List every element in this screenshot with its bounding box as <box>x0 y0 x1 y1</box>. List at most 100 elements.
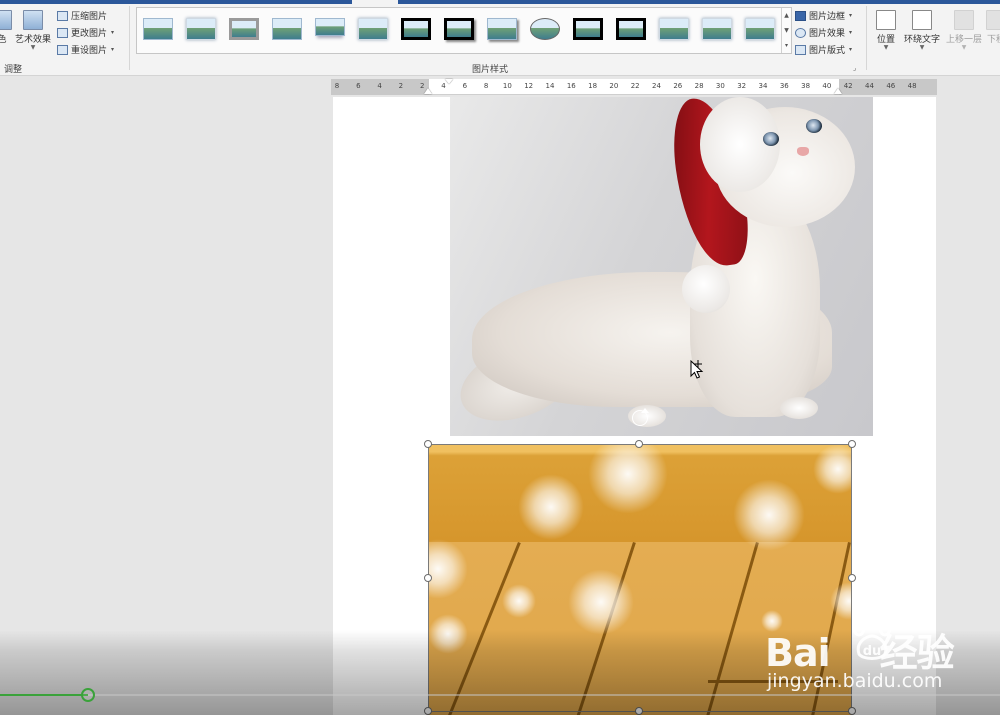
change-picture-button[interactable]: 更改图片 ▾ <box>57 26 114 39</box>
chevron-up-icon[interactable]: ▲ <box>784 12 789 19</box>
gallery-scroll[interactable]: ▲ ▼ ▾ <box>781 8 791 53</box>
ruler-tick-label: 4 <box>377 82 382 90</box>
ruler-tick-label: 44 <box>865 82 874 90</box>
ruler-tick-label: 46 <box>886 82 896 90</box>
cat-nose <box>797 147 809 156</box>
style-simple-frame[interactable] <box>141 16 175 42</box>
effects-icon <box>795 27 806 38</box>
dialog-launcher-icon[interactable]: ⌟ <box>853 64 856 72</box>
cat-paw <box>780 397 818 419</box>
artistic-effects-button[interactable]: 艺术效果 ▼ <box>15 10 51 51</box>
chevron-down-icon: ▾ <box>849 29 853 36</box>
style-thick-matte-black[interactable] <box>442 16 476 42</box>
ruler-tick-label: 28 <box>694 82 704 90</box>
chevron-down-icon: ▼ <box>961 44 967 51</box>
bring-forward-button[interactable]: 上移一层 ▼ <box>946 10 982 51</box>
gallery-more-icon[interactable]: ▾ <box>785 42 788 49</box>
picture-effects-button[interactable]: 图片效果 ▾ <box>795 26 852 39</box>
style-thick-gray-frame[interactable] <box>227 16 261 42</box>
color-button-label: 色 <box>0 35 7 45</box>
group-separator <box>866 6 867 70</box>
picture-layout-label: 图片版式 <box>809 46 846 56</box>
wrap-text-button[interactable]: 环绕文字 ▼ <box>904 10 940 51</box>
pen-icon <box>795 10 806 21</box>
ruler-tick-label: 20 <box>609 82 619 90</box>
style-center-shadow[interactable] <box>614 16 648 42</box>
style-simple-frame-white[interactable] <box>270 16 304 42</box>
ribbon-accent-bar <box>0 0 1000 4</box>
ruler-tick-label: 12 <box>524 82 534 90</box>
ruler-tick-label: 42 <box>843 82 853 90</box>
resize-handle-top[interactable] <box>635 440 643 448</box>
style-soft-edge[interactable] <box>184 16 218 42</box>
ruler-tick-label: 16 <box>566 82 576 90</box>
picture-border-label: 图片边框 <box>809 12 846 22</box>
change-picture-label: 更改图片 <box>71 29 108 39</box>
move-cursor-icon <box>690 360 704 379</box>
cat-eye <box>763 132 779 146</box>
chevron-down-icon: ▾ <box>111 29 115 36</box>
style-oval[interactable] <box>528 16 562 42</box>
resize-handle-top-right[interactable] <box>848 440 856 448</box>
color-icon <box>0 10 12 30</box>
picture-styles-gallery: ▲ ▼ ▾ <box>136 7 792 54</box>
style-rounded-rectangle[interactable] <box>743 16 777 42</box>
bokeh-light <box>502 584 536 618</box>
ruler-tick-label: 38 <box>801 82 811 90</box>
style-drop-shadow[interactable] <box>485 16 519 42</box>
style-reflected[interactable] <box>313 16 347 42</box>
send-backward-icon <box>986 10 1000 30</box>
reset-picture-button[interactable]: 重设图片 ▾ <box>57 43 114 56</box>
style-double-frame-black[interactable] <box>399 16 433 42</box>
ruler-tick-label: 18 <box>588 82 598 90</box>
resize-handle-top-left[interactable] <box>424 440 432 448</box>
first-line-indent-marker[interactable] <box>445 79 453 84</box>
chevron-down-icon: ▼ <box>883 44 889 51</box>
resize-handle-right[interactable] <box>848 574 856 582</box>
style-rounded-diagonal[interactable] <box>657 16 691 42</box>
picture-layout-button[interactable]: 图片版式 ▾ <box>795 43 852 56</box>
cat-picture[interactable] <box>450 97 873 436</box>
resize-handle-left[interactable] <box>424 574 432 582</box>
active-tab-gap <box>352 0 398 4</box>
horizontal-ruler[interactable]: 8 6 4 2 2 4 6 8 10 12 14 16 18 20 22 24 26 28 30 32 34 36 38 40… <box>331 79 937 95</box>
svg-text:du: du <box>863 644 882 659</box>
change-picture-icon <box>57 27 68 38</box>
chevron-down-icon: ▾ <box>111 46 115 53</box>
ruler-tick-label: 36 <box>779 82 789 90</box>
ruler-tick-label: 24 <box>652 82 661 90</box>
ruler-tick-label: 14 <box>545 82 555 90</box>
color-button[interactable]: 色 <box>0 10 12 45</box>
ribbon: 色 艺术效果 ▼ 压缩图片 更改图片 ▾ 重设图片 ▾ 调整 ▲ ▼ ▾ 图片样… <box>0 0 1000 76</box>
ruler-tick-label: 26 <box>673 82 683 90</box>
ruler-tick-label: 10 <box>502 82 512 90</box>
chevron-down-icon[interactable]: ▼ <box>784 27 789 34</box>
chevron-down-icon: ▼ <box>30 44 36 51</box>
ruler-tick-label: 48 <box>907 82 917 90</box>
compress-pictures-button[interactable]: 压缩图片 <box>57 9 107 22</box>
ruler-tick-label: 8 <box>334 82 340 90</box>
wrap-text-icon <box>912 10 932 30</box>
chevron-down-icon: ▾ <box>849 46 853 53</box>
cat-eye <box>806 119 822 133</box>
send-backward-button[interactable]: 下移 <box>986 10 1000 45</box>
watermark-url: jingyan.baidu.com <box>767 670 943 692</box>
rotate-handle-icon[interactable] <box>632 408 649 426</box>
bokeh-light <box>568 569 634 635</box>
video-progress-knob[interactable] <box>81 688 95 702</box>
artistic-effects-icon <box>23 10 43 30</box>
watermark-brand-text: Bai <box>765 631 831 675</box>
reset-picture-label: 重设图片 <box>71 46 108 56</box>
adjust-group-label: 调整 <box>4 65 23 75</box>
position-button[interactable]: 位置 ▼ <box>876 10 896 51</box>
left-indent-marker[interactable] <box>424 88 432 94</box>
bokeh-light <box>733 479 805 551</box>
picture-border-button[interactable]: 图片边框 ▾ <box>795 9 852 22</box>
ruler-tick-label: 6 <box>462 82 468 90</box>
style-metal-frame[interactable] <box>571 16 605 42</box>
style-snip-corner[interactable] <box>700 16 734 42</box>
style-soft-rectangle[interactable] <box>356 16 390 42</box>
reset-picture-icon <box>57 44 68 55</box>
layout-icon <box>795 44 806 55</box>
right-indent-marker[interactable] <box>834 88 842 94</box>
